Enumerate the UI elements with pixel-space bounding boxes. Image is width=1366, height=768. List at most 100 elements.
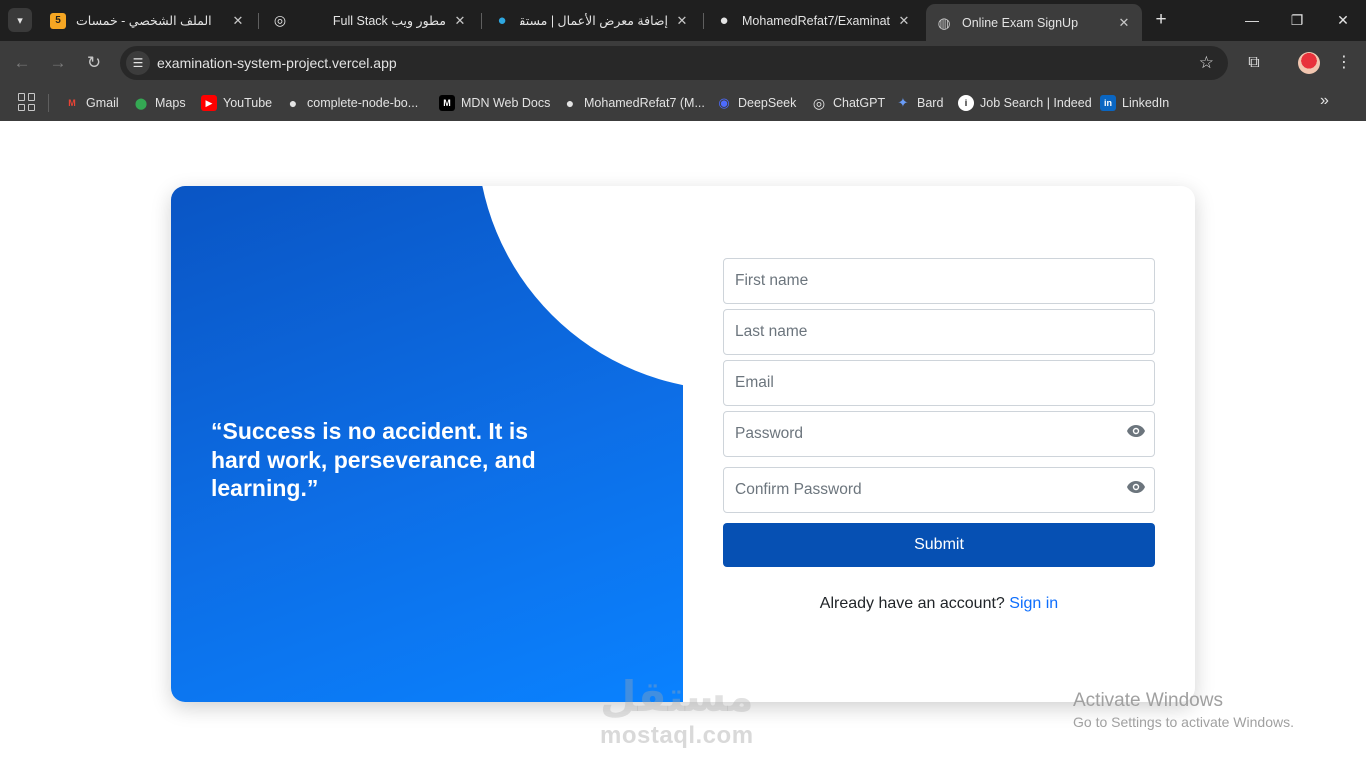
bookmark-youtube[interactable]: ▶ YouTube: [201, 92, 272, 114]
github-icon: ●: [565, 95, 575, 111]
last-name-input[interactable]: [724, 310, 1154, 354]
close-icon[interactable]: ✕: [896, 13, 912, 29]
eye-icon[interactable]: [1126, 480, 1146, 494]
hero-decorative-arc: [477, 186, 683, 390]
new-tab-button[interactable]: +: [1150, 9, 1172, 31]
close-icon[interactable]: ✕: [1116, 15, 1132, 31]
maps-icon: ⬤: [134, 97, 148, 110]
bookmark-label: Maps: [155, 96, 186, 110]
kebab-menu-icon[interactable]: ⋮: [1334, 51, 1354, 75]
tab-title: إضافة معرض الأعمال | مستقل: [520, 14, 668, 28]
signin-link[interactable]: Sign in: [1009, 595, 1058, 612]
bookmark-maps[interactable]: ⬤ Maps: [133, 92, 186, 114]
bookmark-label: Job Search | Indeed: [980, 96, 1092, 110]
email-input[interactable]: [724, 361, 1154, 405]
extensions-puzzle-icon[interactable]: ⧉: [1242, 51, 1266, 75]
khamsat-icon: 5: [50, 12, 66, 29]
profile-avatar[interactable]: [1298, 52, 1320, 74]
bookmark-label: LinkedIn: [1122, 96, 1170, 110]
hero-quote: “Success is no accident. It is hard work…: [211, 418, 536, 501]
signin-row: Already have an account? Sign in: [723, 595, 1155, 613]
mostaql-icon: ●: [497, 12, 507, 29]
tab-online-exam-signup[interactable]: ◍ Online Exam SignUp ✕: [926, 4, 1142, 41]
first-name-field: [723, 258, 1155, 304]
bookmark-label: complete-node-bo...: [307, 96, 419, 110]
indeed-icon: i: [958, 95, 974, 111]
bookmark-label: Bard: [917, 96, 944, 110]
submit-button[interactable]: Submit: [723, 523, 1155, 567]
signup-card: “Success is no accident. It is hard work…: [171, 186, 1195, 702]
password-field: [723, 411, 1155, 457]
tab-separator: [258, 13, 259, 29]
tab-title: MohamedRefat7/Examinatio: [742, 13, 890, 28]
hero-panel: “Success is no accident. It is hard work…: [171, 186, 683, 702]
bookmark-label: MDN Web Docs: [461, 96, 551, 110]
tab-separator: [481, 13, 482, 29]
bookmark-mdn[interactable]: M MDN Web Docs: [439, 92, 550, 114]
tab-search-button[interactable]: ▾: [8, 8, 32, 32]
bookmarks-bar: M Gmail ⬤ Maps ▶ YouTube ● complete-node…: [0, 85, 1366, 121]
tab-title: مطور ويب Full Stack: [332, 14, 446, 28]
tab-title: الملف الشخصي - خمسات: [76, 14, 212, 28]
url-text[interactable]: examination-system-project.vercel.app: [157, 55, 397, 71]
confirm-password-field: [723, 467, 1155, 513]
bookmark-label: YouTube: [223, 96, 273, 110]
linkedin-icon: in: [1100, 95, 1116, 111]
bookmark-label: Gmail: [86, 96, 119, 110]
browser-toolbar: ← → ↻ ☰ examination-system-project.verce…: [0, 41, 1366, 85]
back-arrow-icon[interactable]: ←: [10, 51, 34, 75]
tab-khamsat[interactable]: 5 الملف الشخصي - خمسات ✕: [40, 4, 256, 37]
mostaql-watermark-logo: مستقل: [600, 673, 754, 720]
confirm-password-input[interactable]: [724, 468, 1154, 512]
tab-mostaql[interactable]: ● إضافة معرض الأعمال | مستقل ✕: [484, 4, 700, 37]
window-close-icon[interactable]: ✕: [1331, 8, 1355, 32]
openai-icon: ◎: [273, 12, 287, 28]
bookmarks-separator: [48, 94, 49, 112]
bookmark-complete-node[interactable]: ● complete-node-bo...: [285, 92, 418, 114]
last-name-field: [723, 309, 1155, 355]
github-icon: ●: [719, 12, 729, 29]
tab-strip: ▾ 5 الملف الشخصي - خمسات ✕ ◎ مطور ويب Fu…: [0, 0, 1366, 41]
signin-prompt: Already have an account?: [819, 595, 1005, 612]
tab-separator: [703, 13, 704, 29]
eye-icon[interactable]: [1126, 424, 1146, 438]
reload-icon[interactable]: ↻: [82, 51, 106, 75]
activate-windows-title: Activate Windows: [1073, 690, 1223, 711]
tab-title: Online Exam SignUp: [962, 15, 1079, 30]
forward-arrow-icon[interactable]: →: [46, 51, 70, 75]
bookmark-bard[interactable]: ✦ Bard: [895, 92, 944, 114]
chevron-double-right-icon[interactable]: »: [1320, 92, 1329, 110]
gmail-icon: M: [68, 98, 76, 108]
bookmark-chatgpt[interactable]: ◎ ChatGPT: [811, 92, 885, 114]
github-icon: ●: [288, 95, 298, 111]
bookmark-star-icon[interactable]: ☆: [1199, 53, 1214, 73]
mostaql-watermark-url: mostaql.com: [600, 722, 754, 749]
close-icon[interactable]: ✕: [674, 13, 690, 29]
tab-github-repo[interactable]: ● MohamedRefat7/Examinatio ✕: [706, 4, 922, 37]
minimize-icon[interactable]: —: [1240, 8, 1264, 32]
password-input[interactable]: [724, 412, 1154, 456]
bookmark-gmail[interactable]: M Gmail: [64, 92, 119, 114]
bookmark-label: MohamedRefat7 (M...: [584, 96, 705, 110]
youtube-icon: ▶: [201, 95, 217, 111]
bookmark-deepseek[interactable]: ◉ DeepSeek: [716, 92, 796, 114]
tab-fullstack[interactable]: ◎ مطور ويب Full Stack ✕: [262, 4, 478, 37]
activate-windows-subtitle: Go to Settings to activate Windows.: [1073, 714, 1294, 730]
address-bar[interactable]: ☰ examination-system-project.vercel.app …: [120, 46, 1228, 80]
bookmark-indeed[interactable]: i Job Search | Indeed: [958, 92, 1092, 114]
bookmark-linkedin[interactable]: in LinkedIn: [1100, 92, 1169, 114]
signup-form: Submit Already have an account? Sign in: [723, 258, 1155, 613]
mdn-icon: M: [439, 95, 455, 111]
bookmark-mohamedrefat7[interactable]: ● MohamedRefat7 (M...: [562, 92, 705, 114]
globe-icon: ◍: [937, 14, 951, 32]
site-settings-icon[interactable]: ☰: [126, 51, 150, 75]
email-field: [723, 360, 1155, 406]
bookmark-label: ChatGPT: [833, 96, 886, 110]
close-icon[interactable]: ✕: [452, 13, 468, 29]
first-name-input[interactable]: [724, 259, 1154, 303]
restore-icon[interactable]: ❐: [1285, 8, 1309, 32]
apps-grid-icon[interactable]: [18, 93, 36, 111]
chatgpt-icon: ◎: [812, 94, 826, 111]
bookmark-label: DeepSeek: [738, 96, 797, 110]
close-icon[interactable]: ✕: [230, 13, 246, 29]
